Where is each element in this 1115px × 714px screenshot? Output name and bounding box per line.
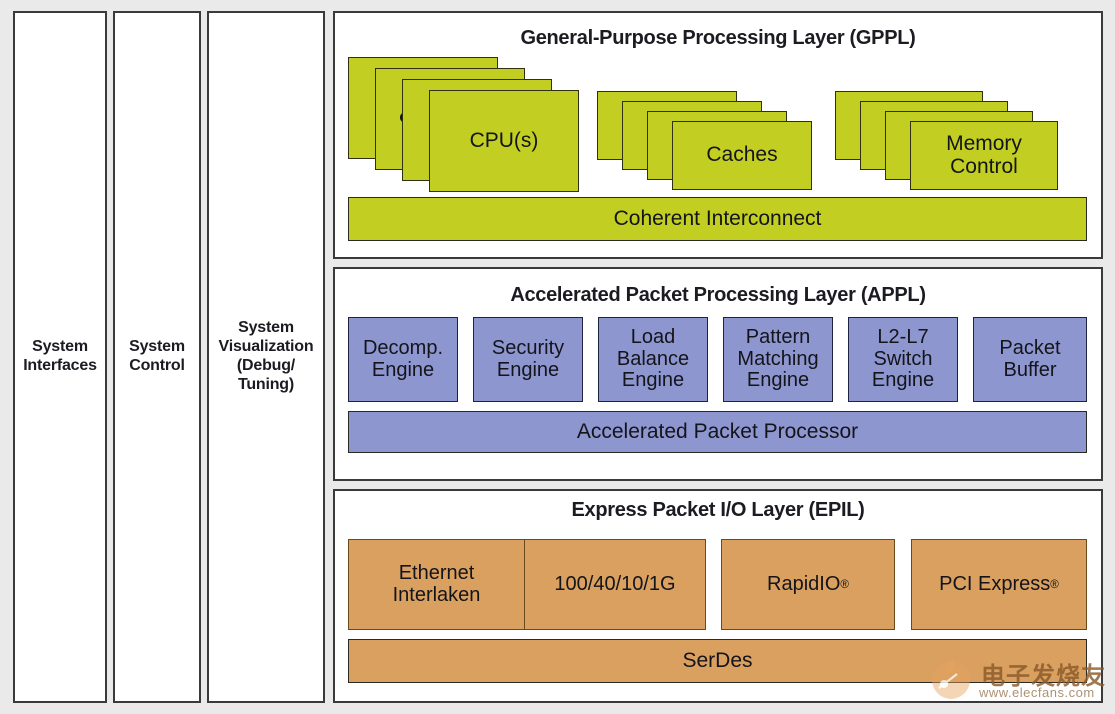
bar-coherent-interconnect[interactable]: Coherent Interconnect: [348, 197, 1087, 241]
block-ethernet-interlaken[interactable]: Ethernet Interlaken: [348, 539, 524, 630]
sidebar-column-label: System Visualization (Debug/ Tuning): [218, 319, 314, 393]
stack-label-memory-control: Memory Control: [946, 131, 1022, 178]
block-label: Security Engine: [491, 336, 565, 381]
stack-card-front[interactable]: Memory Control: [910, 121, 1058, 190]
sidebar-column-system-visualization[interactable]: System Visualization (Debug/ Tuning): [207, 11, 325, 703]
layer-panel-gppl[interactable]: General-Purpose Processing Layer (GPPL) …: [333, 11, 1103, 259]
stack-label-caches: Caches: [706, 143, 778, 167]
block-load-balance-engine[interactable]: Load Balance Engine: [598, 317, 708, 402]
block-label: Packet Buffer: [999, 336, 1061, 381]
block-packet-buffer[interactable]: Packet Buffer: [973, 317, 1087, 402]
block-label: RapidIO: [767, 572, 841, 595]
layer-title-epil: Express Packet I/O Layer (EPIL): [571, 499, 865, 521]
stack-cpus[interactable]: CPU(s): [348, 57, 593, 192]
layer-title-appl: Accelerated Packet Processing Layer (APP…: [510, 284, 926, 306]
block-label: Pattern Matching Engine: [737, 326, 819, 392]
block-rapidio[interactable]: RapidIO ®: [721, 539, 895, 630]
sidebar-column-label: System Interfaces: [23, 338, 97, 374]
diagram-canvas: System Interfaces System Control System …: [0, 0, 1115, 714]
block-label: L2-L7 Switch Engine: [871, 326, 935, 392]
bar-accelerated-packet-processor[interactable]: Accelerated Packet Processor: [348, 411, 1087, 453]
stack-memory-control[interactable]: Memory Control: [835, 91, 1085, 192]
block-decomp-engine[interactable]: Decomp. Engine: [348, 317, 458, 402]
stack-caches[interactable]: Caches: [597, 91, 825, 192]
bar-label: Accelerated Packet Processor: [576, 420, 859, 443]
block-label: PCI Express: [939, 572, 1051, 595]
sidebar-column-system-interfaces[interactable]: System Interfaces: [13, 11, 107, 703]
layer-panel-epil[interactable]: Express Packet I/O Layer (EPIL) Ethernet…: [333, 489, 1103, 703]
sidebar-column-label: System Control: [129, 338, 185, 374]
stack-label-cpus: CPU(s): [469, 128, 539, 152]
stack-card-front[interactable]: Caches: [672, 121, 812, 190]
bar-serdes[interactable]: SerDes: [348, 639, 1087, 683]
sidebar-column-system-control[interactable]: System Control: [113, 11, 201, 703]
bar-label: Coherent Interconnect: [613, 207, 822, 230]
block-pci-express[interactable]: PCI Express ®: [911, 539, 1087, 630]
block-l2-l7-switch-engine[interactable]: L2-L7 Switch Engine: [848, 317, 958, 402]
layer-panel-appl[interactable]: Accelerated Packet Processing Layer (APP…: [333, 267, 1103, 481]
block-label: Ethernet Interlaken: [392, 561, 481, 606]
block-security-engine[interactable]: Security Engine: [473, 317, 583, 402]
layer-title-gppl: General-Purpose Processing Layer (GPPL): [520, 27, 916, 49]
block-label: Decomp. Engine: [362, 336, 444, 381]
block-100-40-10-1g[interactable]: 100/40/10/1G: [524, 539, 706, 630]
stack-card-front[interactable]: CPU(s): [429, 90, 579, 192]
block-label: 100/40/10/1G: [554, 572, 676, 595]
block-label: Load Balance Engine: [616, 326, 690, 392]
block-pattern-matching-engine[interactable]: Pattern Matching Engine: [723, 317, 833, 402]
bar-label: SerDes: [682, 649, 753, 672]
